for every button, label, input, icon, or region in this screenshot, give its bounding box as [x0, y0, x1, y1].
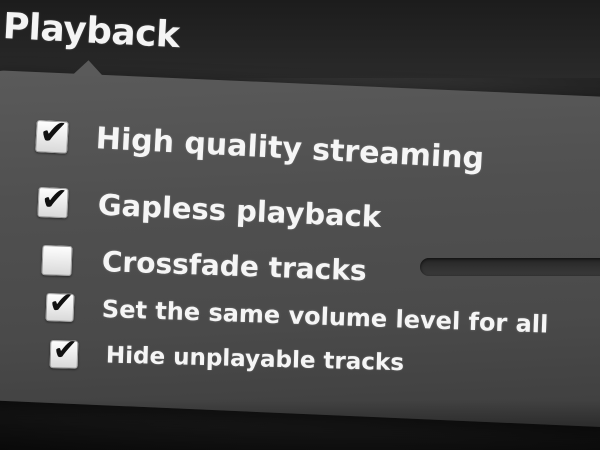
checkmark-icon: ✔ — [40, 179, 69, 219]
checkmark-icon: ✔ — [52, 332, 79, 369]
checkbox-same-volume-level[interactable]: ✔ — [45, 286, 75, 322]
checkmark-icon: ✔ — [48, 285, 75, 322]
panel-notch — [71, 59, 105, 77]
checkbox-high-quality-streaming[interactable]: ✔ — [35, 112, 69, 154]
checkbox-hide-unplayable-tracks[interactable]: ✔ — [49, 332, 78, 369]
checkmark-icon: ✔ — [38, 111, 69, 154]
checkbox-gapless-playback[interactable]: ✔ — [37, 179, 69, 218]
checkbox-crossfade-tracks[interactable] — [41, 244, 73, 276]
crossfade-duration-slider[interactable] — [420, 258, 600, 276]
bottom-shade — [0, 400, 600, 450]
